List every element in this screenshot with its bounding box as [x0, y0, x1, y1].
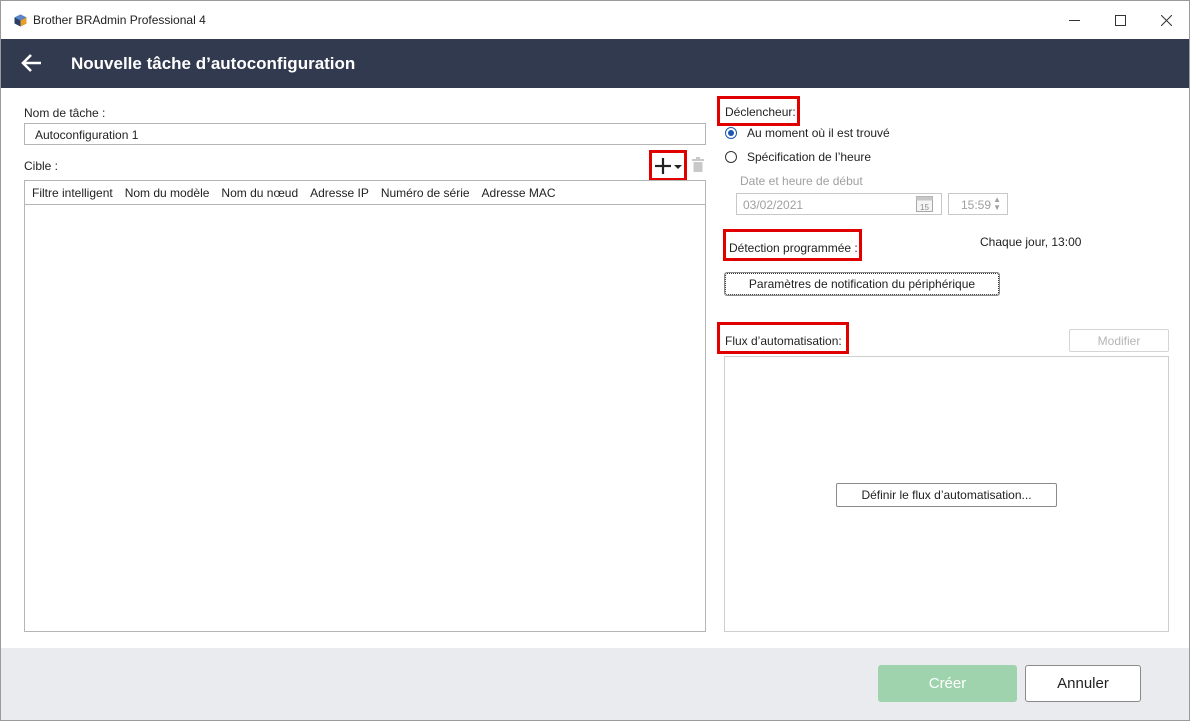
start-time-value: 15:59: [961, 198, 992, 212]
column-header-mac-address[interactable]: Adresse MAC: [482, 186, 556, 200]
page-title: Nouvelle tâche d’autoconfiguration: [71, 54, 356, 73]
minimize-button[interactable]: [1051, 1, 1097, 39]
close-button[interactable]: [1143, 1, 1189, 39]
maximize-button[interactable]: [1097, 1, 1143, 39]
target-label: Cible :: [24, 159, 59, 173]
page-header: Nouvelle tâche d’autoconfiguration: [1, 39, 1189, 88]
title-bar: Brother BRAdmin Professional 4: [1, 1, 1189, 39]
start-date-field[interactable]: 03/02/2021 15: [736, 193, 942, 215]
target-table: Filtre intelligent Nom du modèle Nom du …: [24, 180, 706, 632]
calendar-icon[interactable]: 15: [916, 196, 933, 212]
table-header: Filtre intelligent Nom du modèle Nom du …: [25, 181, 705, 205]
app-logo-icon: [14, 14, 27, 27]
trigger-option-on-discovery[interactable]: Au moment où il est trouvé: [725, 126, 890, 140]
radio-checked-icon: [725, 127, 737, 139]
close-icon: [1160, 14, 1172, 26]
app-window: Brother BRAdmin Professional 4 Nouvelle …: [0, 0, 1190, 721]
arrow-left-icon[interactable]: [19, 50, 45, 76]
cancel-button[interactable]: Annuler: [1025, 665, 1141, 702]
device-notification-settings-button[interactable]: Paramètres de notification du périphériq…: [724, 272, 1000, 296]
task-name-label: Nom de tâche :: [24, 106, 106, 120]
trash-icon[interactable]: [692, 157, 704, 172]
column-header-model-name[interactable]: Nom du modèle: [125, 186, 210, 200]
trigger-option-specify-time[interactable]: Spécification de l’heure: [725, 150, 871, 164]
trigger-option-label: Spécification de l’heure: [747, 150, 872, 164]
column-header-smart-filter[interactable]: Filtre intelligent: [32, 186, 113, 200]
add-target-button[interactable]: [655, 156, 685, 176]
column-header-serial-number[interactable]: Numéro de série: [381, 186, 470, 200]
plus-dropdown-icon: [655, 158, 682, 174]
define-automation-flow-button[interactable]: Définir le flux d’automatisation...: [836, 483, 1057, 507]
start-time-field[interactable]: 15:59 ▲ ▼: [948, 193, 1008, 215]
scheduled-detection-label: Détection programmée :: [729, 241, 858, 255]
modify-button[interactable]: Modifier: [1069, 329, 1169, 352]
maximize-icon: [1114, 14, 1126, 26]
calendar-day: 15: [920, 203, 929, 212]
trigger-option-label: Au moment où il est trouvé: [747, 126, 890, 140]
radio-unchecked-icon: [725, 151, 737, 163]
task-name-input[interactable]: Autoconfiguration 1: [24, 123, 706, 145]
start-datetime-label: Date et heure de début: [740, 174, 863, 188]
trigger-label: Déclencheur:: [725, 105, 796, 119]
start-date-value: 03/02/2021: [743, 198, 804, 212]
column-header-ip-address[interactable]: Adresse IP: [310, 186, 369, 200]
window-title: Brother BRAdmin Professional 4: [33, 13, 206, 27]
minimize-icon: [1068, 19, 1080, 21]
create-button[interactable]: Créer: [878, 665, 1017, 702]
time-spinner-icon[interactable]: ▲ ▼: [993, 196, 1001, 212]
automation-flow-label: Flux d’automatisation:: [725, 334, 842, 348]
column-header-node-name[interactable]: Nom du nœud: [221, 186, 298, 200]
scheduled-detection-value: Chaque jour, 13:00: [980, 235, 1082, 249]
